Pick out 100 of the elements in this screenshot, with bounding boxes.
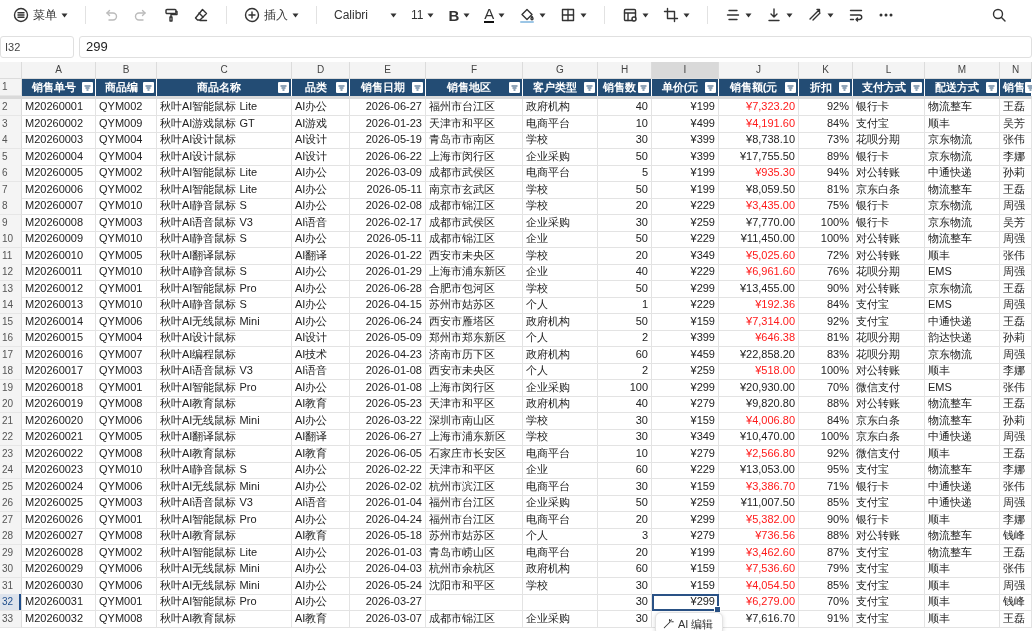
row-number[interactable]: 14 [0,297,22,314]
table-cell: 2026-06-05 [350,445,426,463]
bold-button[interactable]: B [443,3,476,27]
table-cell: 物流整车 [925,412,1000,430]
row-number[interactable]: 28 [0,528,22,545]
font-color-button[interactable]: A [479,4,511,26]
filter-icon[interactable] [509,82,520,93]
table-cell: ¥3,435.00 [719,198,799,215]
column-header[interactable]: E [350,62,426,78]
table-cell: 张伟 [1000,478,1032,496]
table-cell: 李娜 [1000,363,1032,380]
column-header[interactable]: F [426,62,523,78]
table-cell: 92% [799,445,853,463]
table-cell: 福州市台江区 [426,99,523,116]
name-box[interactable]: I32 [0,36,74,58]
table-cell: 电商平台 [523,544,598,562]
table-cell: 88% [799,528,853,545]
row-number[interactable]: 6 [0,165,22,182]
column-header[interactable]: A [22,62,96,78]
column-header[interactable]: B [96,62,157,78]
table-cell: 钱峰 [1000,594,1032,611]
row-number[interactable]: 4 [0,132,22,149]
table-cell: 企业采购 [523,148,598,166]
row-number[interactable]: 32 [0,594,22,611]
table-cell: 顺丰 [925,561,1000,578]
table-cell: 89% [799,148,853,166]
filter-icon[interactable] [336,82,347,93]
table-cell: 40 [598,264,652,281]
column-header[interactable]: M [925,62,1000,78]
table-cell: M20260026 [22,511,96,529]
table-cell: AI办公 [292,594,350,611]
row-number[interactable]: 26 [0,495,22,512]
table-cell: ¥8,738.10 [719,132,799,149]
size-button[interactable]: 11 [406,5,440,25]
font-button[interactable]: Calibri [329,5,402,25]
table-cell: 钱峰 [1000,528,1032,545]
column-header[interactable]: C [157,62,292,78]
caret-icon [745,12,753,18]
row-number[interactable]: 10 [0,231,22,248]
table-cell: ¥299 [652,280,719,298]
formula-input[interactable]: 299 [79,36,1032,58]
table-cell: 银行卡 [853,198,925,215]
menu-button[interactable]: 菜单 [8,3,73,27]
table-cell: AI办公 [292,264,350,281]
row-number[interactable]: 30 [0,561,22,578]
row-number[interactable]: 20 [0,396,22,413]
table-cell: 京东白条 [853,429,925,446]
insert-button[interactable]: 插入 [239,3,304,27]
table-cell: 李娜 [1000,511,1032,529]
row-number[interactable]: 12 [0,264,22,281]
filter-icon[interactable] [911,82,922,93]
table-cell: 对公转账 [853,396,925,413]
column-title: 单价(元 [660,80,700,95]
table-cell: QYM001 [96,379,157,397]
table-cell: 72% [799,247,853,265]
table-cell: 50 [598,181,652,199]
column-title: 品类 [303,80,328,95]
table-cell: 电商平台 [523,445,598,463]
table-cell: 30 [598,132,652,149]
table-cell: 王磊 [1000,313,1032,331]
filter-icon[interactable] [584,82,595,93]
table-cell: 顺丰 [925,363,1000,380]
table-cell: EMS [925,379,1000,397]
table-cell: 支付宝 [853,577,925,595]
filter-icon[interactable] [705,82,716,93]
row-number[interactable]: 16 [0,330,22,347]
filter-icon[interactable] [82,82,93,93]
column-header[interactable]: D [292,62,350,78]
row-number[interactable]: 1 [0,79,22,96]
column-header[interactable]: G [523,62,598,78]
filter-icon[interactable] [278,82,289,93]
table-cell: ¥4,191.60 [719,115,799,133]
row-number[interactable]: 22 [0,429,22,446]
table-cell: M20260017 [22,363,96,380]
table-cell: 秋叶AI无线鼠标 Mini [157,577,292,595]
table-cell: 秋叶AI智能鼠标 Pro [157,594,292,611]
filter-icon[interactable] [839,82,850,93]
table-cell[interactable]: ¥299 [652,594,719,611]
column-title: 销售额(元 [728,80,779,95]
table-cell: 中通快递 [925,429,1000,446]
column-header[interactable]: I [652,62,719,78]
filter-icon[interactable] [986,82,997,93]
table-cell: 30 [598,478,652,496]
filter-icon[interactable] [412,82,423,93]
column-header[interactable]: L [853,62,925,78]
filter-icon[interactable] [785,82,796,93]
column-header[interactable]: K [799,62,853,78]
row-number[interactable]: 18 [0,363,22,380]
table-cell: ¥229 [652,198,719,215]
table-cell: M20260011 [22,264,96,281]
filter-icon[interactable] [143,82,154,93]
row-number[interactable]: 24 [0,462,22,479]
row-number[interactable]: 8 [0,198,22,215]
column-header[interactable]: N [1000,62,1032,78]
ai-edit-button[interactable]: AI 编辑 [655,612,723,631]
filter-icon[interactable] [638,82,649,93]
row-number[interactable]: 2 [0,99,22,116]
table-cell: 91% [799,610,853,628]
table-cell: 西安市雁塔区 [426,313,523,331]
column-header[interactable]: J [719,62,799,78]
